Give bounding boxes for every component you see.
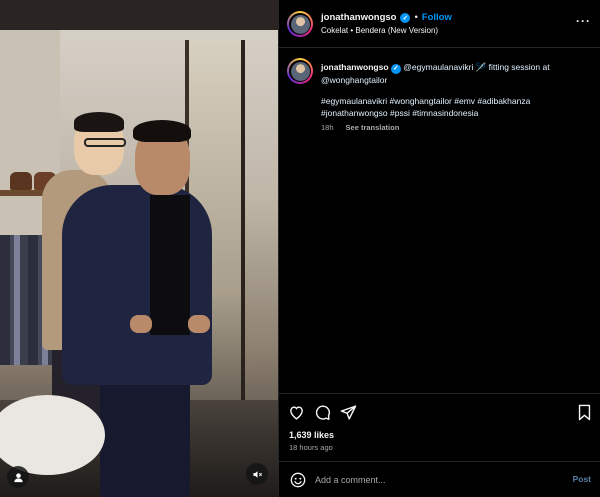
post-timestamp[interactable]: 18 hours ago	[289, 443, 333, 452]
share-button[interactable]	[339, 403, 357, 421]
post-media[interactable]	[0, 0, 278, 497]
speaker-muted-icon	[252, 470, 262, 478]
comment-icon	[315, 405, 330, 420]
verified-icon: ✓	[400, 12, 411, 23]
send-icon	[340, 404, 356, 420]
photo-ceiling	[0, 0, 278, 30]
avatar[interactable]	[287, 58, 313, 84]
header-line: jonathanwongso ✓ • Follow	[321, 12, 452, 23]
photo-shoe	[10, 172, 32, 190]
photo-tailor	[74, 112, 124, 132]
separator: •	[414, 12, 418, 23]
comment-button[interactable]	[313, 403, 331, 421]
user-tag-button[interactable]	[7, 466, 29, 488]
see-translation-button[interactable]: See translation	[346, 123, 400, 132]
bookmark-icon	[578, 404, 590, 420]
caption-hashtags[interactable]: #egymaulanavikri #wonghangtailor #emv #a…	[321, 95, 581, 119]
photo-tailor-glasses	[84, 138, 126, 147]
photo-man-shirt	[150, 195, 190, 335]
comment-bar: Post	[279, 461, 600, 497]
action-bar: 1,639 likes 18 hours ago	[279, 393, 600, 461]
caption-username[interactable]: jonathanwongso	[321, 62, 389, 72]
mute-button[interactable]	[246, 463, 268, 485]
post-header: jonathanwongso ✓ • Follow Cokelat • Bend…	[279, 0, 600, 48]
caption-time: 18h	[321, 123, 334, 132]
emoji-button[interactable]	[289, 471, 307, 489]
heart-icon	[289, 405, 303, 420]
follow-button[interactable]: Follow	[422, 12, 452, 23]
post-panel: jonathanwongso ✓ • Follow Cokelat • Bend…	[278, 0, 600, 497]
likes-count[interactable]: 1,639 likes	[289, 430, 334, 440]
photo-man	[133, 120, 191, 142]
photo-hand	[130, 315, 152, 333]
verified-icon: ✓	[390, 64, 401, 74]
caption-section: jonathanwongso ✓ @egymaulanavikri 🪡 fitt…	[279, 48, 600, 393]
photo-man	[100, 375, 190, 497]
author-username[interactable]: jonathanwongso	[321, 12, 396, 23]
comment-input[interactable]	[315, 470, 555, 490]
user-icon	[13, 472, 23, 482]
audio-track[interactable]: Cokelat • Bendera (New Version)	[321, 26, 438, 35]
more-options-icon[interactable]: ···	[576, 14, 591, 28]
save-button[interactable]	[575, 403, 593, 421]
caption-meta: 18h See translation	[321, 123, 399, 132]
emoji-icon	[290, 472, 306, 488]
photo-hand	[188, 315, 210, 333]
caption-text: jonathanwongso ✓ @egymaulanavikri 🪡 fitt…	[321, 61, 589, 86]
avatar[interactable]	[287, 11, 313, 37]
post-comment-button[interactable]: Post	[573, 474, 591, 484]
like-button[interactable]	[287, 403, 305, 421]
